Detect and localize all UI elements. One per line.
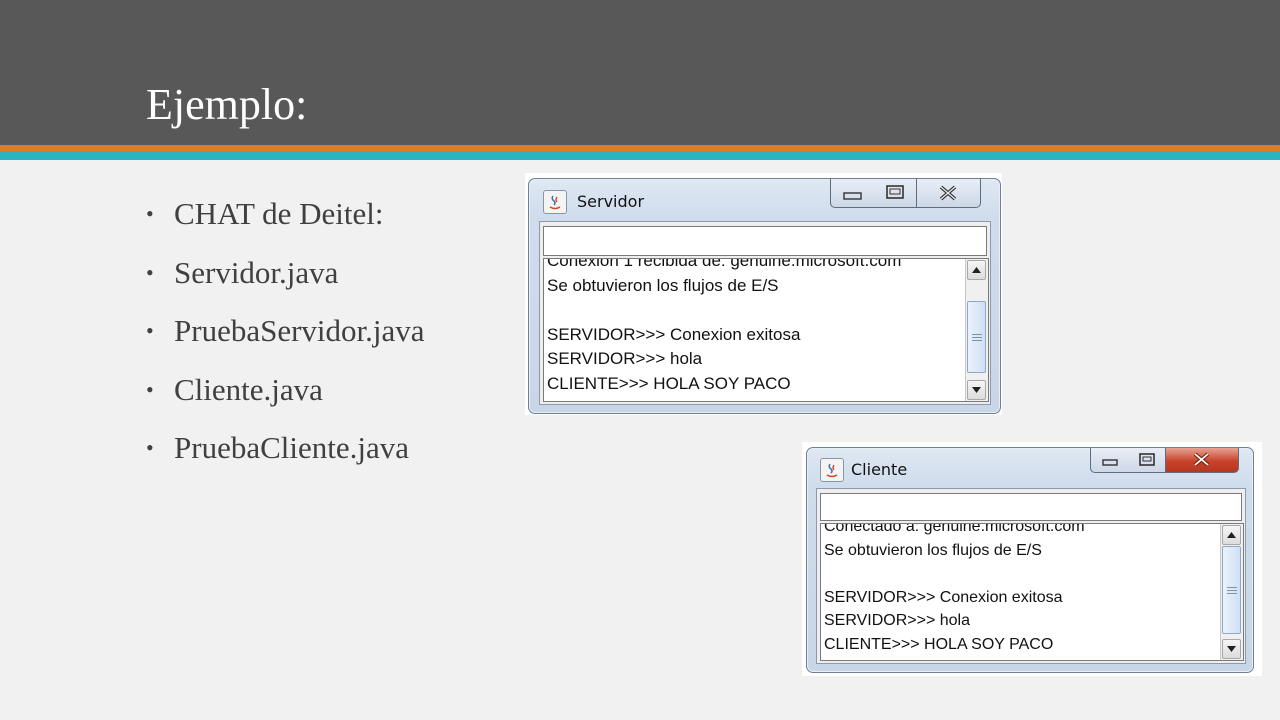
scroll-up-button[interactable] xyxy=(967,260,986,280)
bullet-list: • CHAT de Deitel: • Servidor.java • PruebaS… xyxy=(146,190,425,483)
minimize-button[interactable] xyxy=(830,179,876,208)
bullet-text: Cliente.java xyxy=(174,371,323,407)
scroll-thumb[interactable] xyxy=(1222,546,1241,634)
java-cup-icon xyxy=(543,190,567,214)
chat-line xyxy=(824,562,1085,586)
chat-lines: Conectado a: genuine.microsoft.com Se ob… xyxy=(824,523,1085,657)
arrow-up-icon xyxy=(972,267,981,273)
close-icon xyxy=(939,185,957,201)
chat-line: SERVIDOR>>> hola xyxy=(824,612,971,630)
chat-line: Se obtuvieron los flujos de E/S xyxy=(824,541,1042,559)
window-title: Cliente xyxy=(851,460,908,479)
accent-stripe-teal xyxy=(0,151,1280,160)
bullet-item: • Servidor.java xyxy=(146,254,339,290)
window-title: Servidor xyxy=(577,192,645,211)
chat-line: SERVIDOR>>> Conexion exitosa xyxy=(824,588,1063,606)
chat-line: CLIENTE>>> HOLA SOY PACO xyxy=(547,373,791,393)
client-content-pane: Conectado a: genuine.microsoft.com Se ob… xyxy=(816,488,1246,664)
bullet-text: Servidor.java xyxy=(174,254,339,290)
maximize-button[interactable] xyxy=(875,179,917,208)
bullet-item: • PruebaServidor.java xyxy=(146,313,425,348)
maximize-button[interactable] xyxy=(1129,448,1166,473)
arrow-down-icon xyxy=(1227,646,1236,652)
scroll-up-button[interactable] xyxy=(1222,525,1241,545)
server-window: Servidor Conexion 1 recibida de: genuine… xyxy=(528,178,1001,414)
message-input[interactable] xyxy=(820,493,1242,521)
chat-line xyxy=(547,298,901,323)
chat-line: SERVIDOR>>> Conexion exitosa xyxy=(547,324,801,344)
maximize-icon xyxy=(886,185,904,199)
scroll-down-button[interactable] xyxy=(967,380,986,400)
arrow-down-icon xyxy=(972,387,981,393)
close-button[interactable] xyxy=(1166,448,1239,473)
scroll-thumb[interactable] xyxy=(967,301,986,373)
chat-line: Conexion 1 recibida de: genuine.microsof… xyxy=(547,258,902,270)
bullet-text: CHAT de Deitel: xyxy=(174,196,384,231)
message-input[interactable] xyxy=(543,226,987,256)
chat-lines: Conexion 1 recibida de: genuine.microsof… xyxy=(547,258,902,397)
chat-display-area[interactable]: Conexion 1 recibida de: genuine.microsof… xyxy=(543,258,989,402)
chat-line: CLIENTE>>> HOLA SOY PACO xyxy=(824,635,1054,653)
vertical-scrollbar[interactable] xyxy=(965,259,988,401)
minimize-icon xyxy=(843,192,862,200)
chat-line: Se obtuvieron los flujos de E/S xyxy=(547,275,779,295)
chat-line: Conectado a: genuine.microsoft.com xyxy=(824,523,1085,535)
close-icon xyxy=(1193,452,1210,467)
vertical-scrollbar[interactable] xyxy=(1220,524,1243,660)
close-button[interactable] xyxy=(917,179,981,208)
chat-line: SERVIDOR>>> hola xyxy=(547,349,703,369)
minimize-icon xyxy=(1102,459,1118,466)
bullet-item: • PruebaCliente.java xyxy=(146,430,409,465)
bullet-text: PruebaServidor.java xyxy=(174,313,425,348)
server-content-pane: Conexion 1 recibida de: genuine.microsof… xyxy=(539,221,991,405)
scroll-down-button[interactable] xyxy=(1222,639,1241,659)
slide-title: Ejemplo: xyxy=(146,80,308,129)
maximize-icon xyxy=(1139,453,1155,466)
arrow-up-icon xyxy=(1227,532,1236,538)
bullet-item: • Cliente.java xyxy=(146,371,323,407)
client-window: Cliente Conectado a: genuine.microsoft.c… xyxy=(806,447,1254,673)
chat-display-area[interactable]: Conectado a: genuine.microsoft.com Se ob… xyxy=(820,523,1244,661)
bullet-text: PruebaCliente.java xyxy=(174,430,409,465)
bullet-item: • CHAT de Deitel: xyxy=(146,196,384,231)
java-cup-icon xyxy=(820,458,844,482)
minimize-button[interactable] xyxy=(1090,448,1130,473)
